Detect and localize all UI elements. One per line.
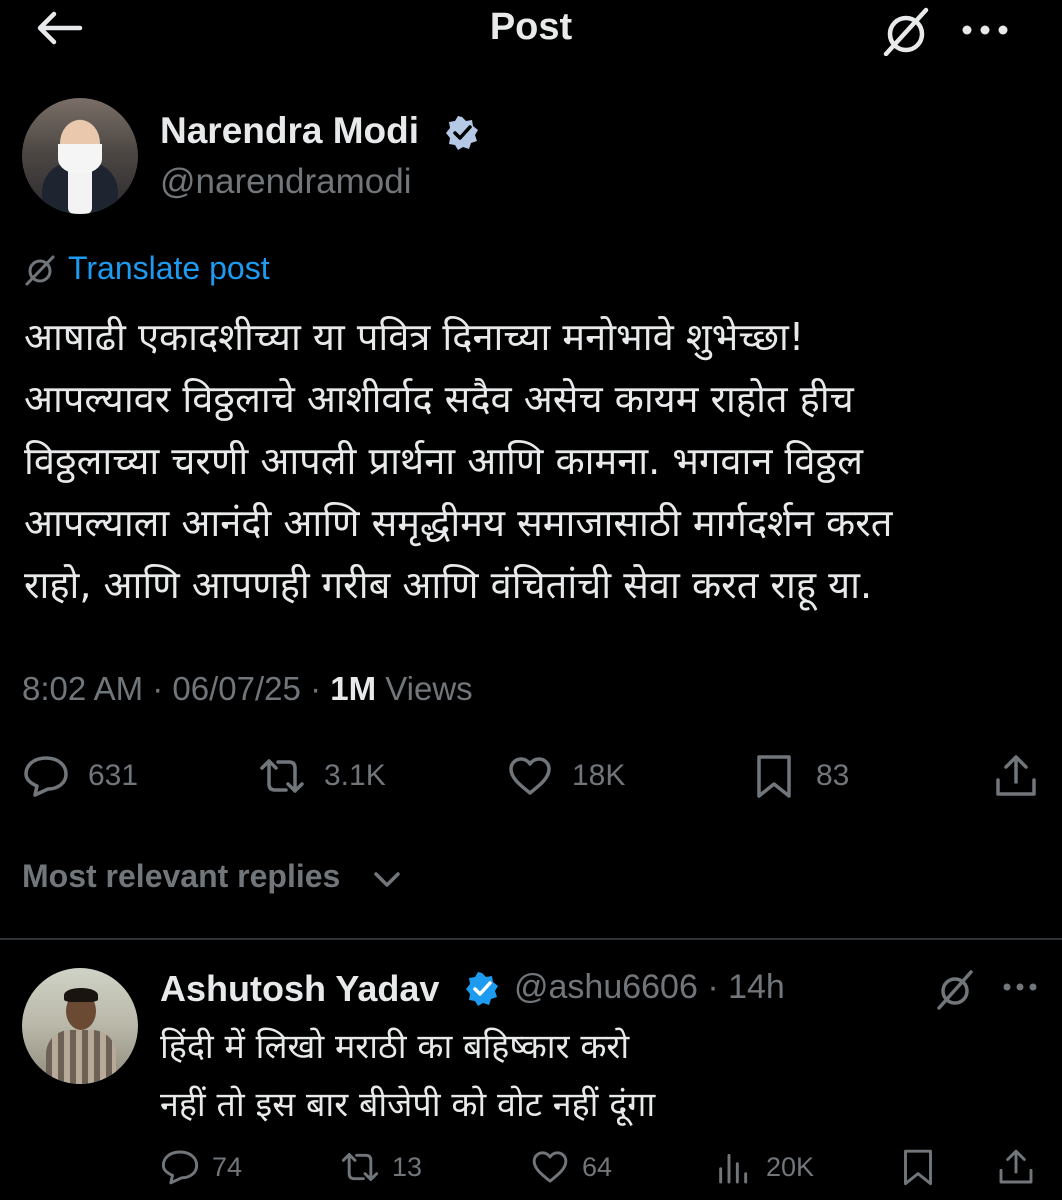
- reply-like-button[interactable]: 64: [530, 1142, 612, 1192]
- views-count[interactable]: 1M: [330, 670, 376, 707]
- replies-sort-dropdown[interactable]: Most relevant replies: [22, 858, 340, 895]
- grok-slash-icon: [937, 970, 973, 1010]
- translate-post-link[interactable]: Translate post: [68, 250, 270, 287]
- reply-repost-count: 13: [392, 1151, 423, 1182]
- repost-icon: [260, 759, 304, 793]
- reply-count: 631: [88, 759, 139, 792]
- bookmark-icon: [757, 755, 791, 798]
- bar-chart-icon: [719, 1153, 748, 1184]
- bookmark-button[interactable]: 83: [750, 748, 849, 804]
- author-handle[interactable]: @narendramodi: [160, 162, 412, 202]
- reply-author-name[interactable]: Ashutosh Yadav: [160, 968, 439, 1010]
- more-options-button[interactable]: [955, 10, 1015, 50]
- speech-bubble-icon: [161, 1150, 199, 1185]
- post-actions: 631 3.1K 18K 83: [22, 748, 1042, 804]
- ellipsis-icon: [1003, 983, 1037, 991]
- avatar-shirt: [46, 1030, 116, 1084]
- meta-separator: ·: [310, 670, 331, 707]
- heart-icon: [509, 757, 551, 795]
- reply-handle[interactable]: @ashu6606: [514, 968, 698, 1006]
- meta-separator: ·: [152, 670, 173, 707]
- speech-bubble-icon: [24, 756, 68, 797]
- reply-repost-button[interactable]: 13: [340, 1142, 422, 1192]
- post-text: आषाढी एकादशीच्या या पवित्र दिनाच्या मनोभ…: [24, 315, 893, 607]
- grok-slash-icon: [25, 255, 55, 286]
- bookmark-icon: [904, 1149, 932, 1186]
- post-meta: 8:02 AM · 06/07/25 · 1M Views: [22, 670, 473, 708]
- bookmark-count: 83: [816, 759, 850, 792]
- reply-grok-button[interactable]: [934, 968, 976, 1010]
- meta-separator: ·: [697, 968, 729, 1006]
- author-avatar[interactable]: [22, 98, 138, 214]
- divider: [0, 938, 1062, 940]
- share-button[interactable]: [992, 748, 1040, 804]
- author-name[interactable]: Narendra Modi: [160, 110, 419, 152]
- reply-button[interactable]: 631: [22, 748, 138, 804]
- repost-icon: [341, 1153, 379, 1181]
- reply-views-button[interactable]: 20K: [714, 1142, 814, 1192]
- reply-views-count: 20K: [766, 1151, 815, 1182]
- views-label: Views: [385, 670, 473, 707]
- reply-text: हिंदी में लिखो मराठी का बहिष्कार करो नही…: [160, 1027, 656, 1125]
- repost-count: 3.1K: [324, 759, 386, 792]
- reply-avatar[interactable]: [22, 968, 138, 1084]
- reply-handle-line: @ashu6606 · 14h: [514, 968, 785, 1007]
- chevron-down-icon: [374, 872, 400, 887]
- reply-reply-count: 74: [212, 1151, 243, 1182]
- post-date: 06/07/25: [172, 670, 301, 707]
- ellipsis-icon: [962, 25, 1008, 35]
- like-count: 18K: [572, 759, 626, 792]
- reply-share-button[interactable]: [996, 1142, 1036, 1192]
- top-bar: Post: [0, 0, 1062, 80]
- verified-badge-icon: [446, 116, 478, 150]
- reply-actions: 74 13 64 20K: [160, 1142, 1042, 1192]
- reply-age: 14h: [728, 968, 785, 1006]
- reply-bookmark-button[interactable]: [898, 1142, 938, 1192]
- post-time: 8:02 AM: [22, 670, 144, 707]
- avatar-hair: [64, 988, 98, 1002]
- avatar-beard: [58, 144, 102, 174]
- verified-badge-icon: [466, 972, 498, 1006]
- grok-slash-icon: [883, 7, 929, 56]
- like-button[interactable]: 18K: [506, 748, 625, 804]
- reply-reply-button[interactable]: 74: [160, 1142, 242, 1192]
- repost-button[interactable]: 3.1K: [258, 748, 386, 804]
- heart-icon: [532, 1151, 568, 1183]
- share-icon: [999, 1149, 1033, 1184]
- reply-more-button[interactable]: [998, 972, 1042, 1002]
- share-icon: [996, 755, 1036, 796]
- grok-button[interactable]: [878, 6, 934, 56]
- reply-like-count: 64: [582, 1151, 613, 1182]
